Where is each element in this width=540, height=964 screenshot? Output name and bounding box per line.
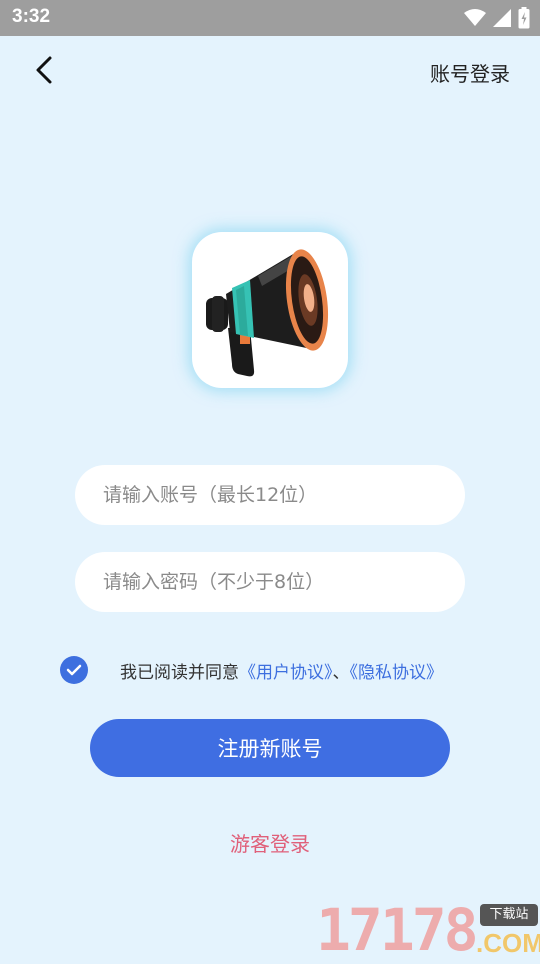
agreement-separator: 、: [332, 662, 350, 683]
account-login-link[interactable]: 账号登录: [430, 58, 510, 87]
watermark-domain: .COM: [476, 928, 540, 958]
megaphone-icon: [192, 249, 348, 388]
password-input[interactable]: [101, 570, 445, 594]
status-time: 3:32: [12, 6, 51, 27]
account-input-container: [75, 465, 465, 525]
check-icon: [66, 661, 82, 680]
guest-login-link[interactable]: 游客登录: [0, 828, 540, 857]
password-input-container: [75, 552, 465, 612]
chevron-left-icon: [34, 55, 54, 89]
watermark-digits: 17178: [316, 896, 479, 964]
agreement-row: 我已阅读并同意《用户协议》、《隐私协议》: [60, 656, 443, 684]
watermark-badge: 下载站: [480, 904, 538, 926]
status-bar: 3:32: [0, 0, 540, 36]
privacy-policy-link[interactable]: 《隐私协议》: [350, 663, 444, 683]
status-icons: [464, 7, 530, 29]
agree-checkbox[interactable]: [60, 656, 88, 684]
agreement-text: 我已阅读并同意《用户协议》、《隐私协议》: [120, 658, 443, 683]
app-logo: [192, 232, 348, 388]
user-agreement-link[interactable]: 《用户协议》: [239, 663, 333, 683]
signal-icon: [492, 8, 512, 28]
battery-icon: [518, 7, 530, 29]
register-button[interactable]: 注册新账号: [90, 719, 450, 777]
account-input[interactable]: [101, 483, 445, 507]
wifi-icon: [464, 8, 486, 28]
back-button[interactable]: [26, 54, 62, 90]
watermark: 17178 下载站 .COM: [316, 896, 540, 964]
agreement-prefix: 我已阅读并同意: [120, 662, 239, 683]
